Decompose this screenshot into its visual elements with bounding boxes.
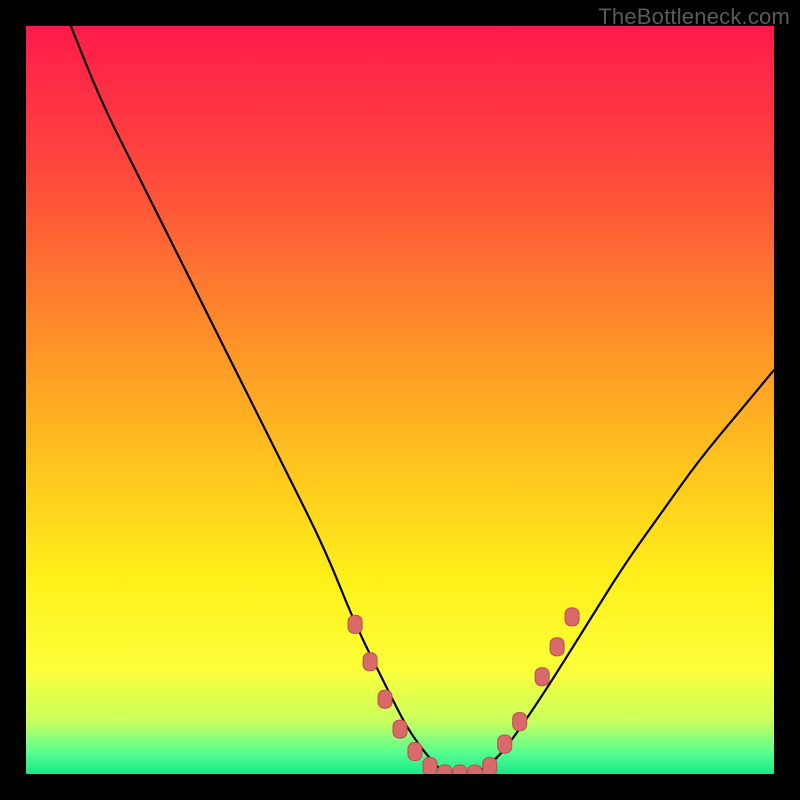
curve-marker — [393, 720, 407, 738]
curve-marker — [483, 758, 497, 774]
curve-marker — [498, 735, 512, 753]
curve-marker — [423, 758, 437, 774]
curve-marker — [565, 608, 579, 626]
curve-marker — [513, 713, 527, 731]
chart-frame — [26, 26, 774, 774]
curve-marker — [348, 615, 362, 633]
curve-marker — [468, 765, 482, 774]
watermark-text: TheBottleneck.com — [598, 4, 790, 30]
curve-marker — [453, 765, 467, 774]
curve-marker — [550, 638, 564, 656]
curve-marker — [438, 765, 452, 774]
gradient-background — [26, 26, 774, 774]
bottleneck-chart — [26, 26, 774, 774]
curve-marker — [408, 743, 422, 761]
curve-marker — [378, 690, 392, 708]
curve-marker — [535, 668, 549, 686]
curve-marker — [363, 653, 377, 671]
